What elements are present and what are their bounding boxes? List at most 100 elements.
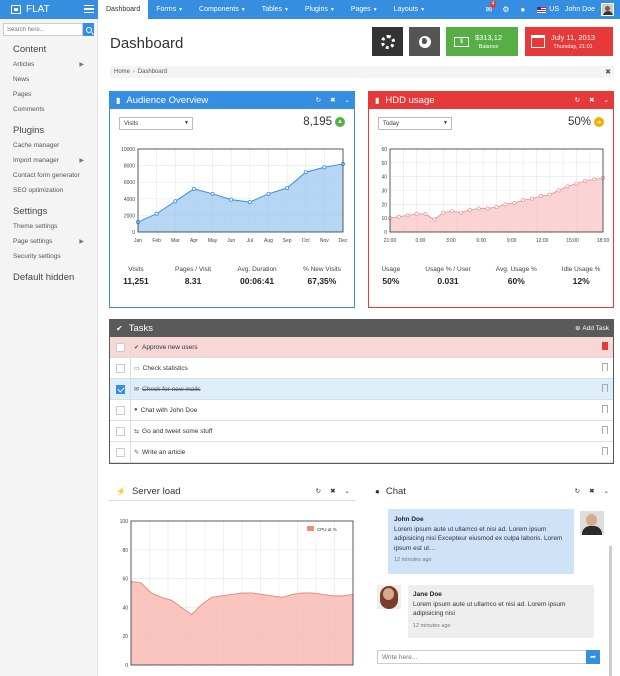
gear-icon[interactable]: ⚙ xyxy=(497,0,514,19)
nav-item-plugins[interactable]: Plugins ▼ xyxy=(297,0,343,19)
stat-label: Usage % / User xyxy=(425,266,471,273)
y-tick-label: 0 xyxy=(125,663,128,669)
sidebar-item-contact-form-generator[interactable]: Contact form generator xyxy=(0,168,97,183)
sidebar-item-articles[interactable]: Articles ▶ xyxy=(0,57,97,72)
x-tick-label: Jul xyxy=(247,238,253,244)
date-tile[interactable]: July 11, 2013 Thursday, 21:01 xyxy=(525,27,613,56)
refresh-icon[interactable]: ↻ xyxy=(575,96,580,104)
bookmark-icon[interactable] xyxy=(602,405,608,413)
close-icon[interactable]: ✖ xyxy=(330,96,335,104)
balance-tile[interactable]: $ $313,12 Balance xyxy=(446,27,518,56)
nav-item-layouts[interactable]: Layouts ▼ xyxy=(386,0,433,19)
breadcrumb-home[interactable]: Home xyxy=(114,69,130,75)
nav-item-dashboard[interactable]: Dashboard xyxy=(98,0,149,19)
language-selector[interactable]: US xyxy=(531,6,565,13)
chevron-down-icon[interactable]: ⌄ xyxy=(604,96,609,104)
bolt-icon: ⚡ xyxy=(116,486,126,496)
send-button[interactable]: ➦ xyxy=(586,650,600,664)
bookmark-icon[interactable] xyxy=(602,384,608,392)
sidebar-item-theme-settings[interactable]: Theme settings xyxy=(0,219,97,234)
search-input[interactable] xyxy=(3,23,83,36)
task-row[interactable]: ✉ Check for new mails xyxy=(110,378,613,400)
task-row[interactable]: ▭ Check statistics xyxy=(110,357,613,379)
chevron-down-icon[interactable]: ⌄ xyxy=(604,487,609,495)
data-point xyxy=(210,191,215,196)
sidebar-item-page-settings[interactable]: Page settings ▶ xyxy=(0,234,97,249)
breadcrumb: Home › Dashboard ✖ xyxy=(110,66,614,78)
chevron-right-icon: ▶ xyxy=(79,62,84,68)
search-icon xyxy=(85,26,92,33)
box-body: 0 20 40 60 80 100 CPU at % xyxy=(109,500,355,672)
refresh-icon[interactable]: ↻ xyxy=(316,96,321,104)
nav-item-components[interactable]: Components ▼ xyxy=(191,0,254,19)
sidebar-item-security-settings[interactable]: Security settings xyxy=(0,249,97,264)
bookmark-icon[interactable] xyxy=(602,342,608,350)
add-task-button[interactable]: ⊕ Add Task xyxy=(575,324,609,332)
sidebar-item-label: Theme settings xyxy=(13,223,58,230)
nav-item-label: Components xyxy=(199,6,239,13)
sidebar-section-title[interactable]: Settings xyxy=(0,206,97,217)
user-menu[interactable]: John Doe xyxy=(565,3,620,16)
sidebar-item-import-manager[interactable]: Import manager ▶ xyxy=(0,153,97,168)
data-point xyxy=(432,217,437,222)
chat-scrollbar[interactable] xyxy=(609,546,612,676)
refresh-icon[interactable]: ↻ xyxy=(316,487,321,495)
bookmark-icon[interactable] xyxy=(602,447,608,455)
close-icon[interactable]: ✖ xyxy=(330,487,335,495)
brand[interactable]: FLAT xyxy=(0,0,98,19)
settings-tile[interactable] xyxy=(372,27,403,56)
sidebar-item-seo-optimization[interactable]: SEO optimization xyxy=(0,183,97,198)
caret-down-icon: ▼ xyxy=(283,6,289,13)
sidebar-section-title[interactable]: Content xyxy=(0,44,97,55)
globe-tile[interactable] xyxy=(409,27,440,56)
sidebar-item-pages[interactable]: Pages xyxy=(0,87,97,102)
box-title: Audience Overview xyxy=(126,94,209,106)
caret-down-icon: ▼ xyxy=(329,6,335,13)
metric-select[interactable]: Visits ▼ xyxy=(119,117,193,130)
close-icon[interactable]: ✖ xyxy=(589,487,594,495)
task-checkbox[interactable] xyxy=(115,447,125,457)
refresh-icon[interactable]: ↻ xyxy=(575,487,580,495)
task-row[interactable]: ✎ Write an article xyxy=(110,441,613,463)
nav-item-pages[interactable]: Pages ▼ xyxy=(343,0,386,19)
menu-toggle-icon[interactable] xyxy=(84,3,94,15)
chevron-down-icon[interactable]: ⌄ xyxy=(345,487,350,495)
nav-item-forms[interactable]: Forms ▼ xyxy=(148,0,191,19)
data-point xyxy=(450,209,455,214)
sidebar-search xyxy=(3,23,94,36)
task-checkbox[interactable] xyxy=(115,363,125,373)
task-label: Check for new mails xyxy=(142,385,201,393)
stat-item: Visits 11,251 xyxy=(123,266,149,286)
sidebar-section-title[interactable]: Default hidden xyxy=(0,272,97,283)
task-icon: ✔ xyxy=(134,344,140,351)
task-checkbox[interactable] xyxy=(115,342,125,352)
y-tick-label: 60 xyxy=(381,147,387,153)
bookmark-icon[interactable] xyxy=(602,426,608,434)
data-point xyxy=(529,196,534,201)
sidebar-item-cache-manager[interactable]: Cache manager xyxy=(0,138,97,153)
area-fill xyxy=(138,163,343,232)
mail-badge: 4 xyxy=(489,1,497,8)
sidebar-item-comments[interactable]: Comments xyxy=(0,102,97,117)
task-checkbox[interactable] xyxy=(115,405,125,415)
data-point xyxy=(396,214,401,219)
chevron-down-icon[interactable]: ⌄ xyxy=(345,96,350,104)
task-checkbox[interactable] xyxy=(115,384,125,394)
nav-item-tables[interactable]: Tables ▼ xyxy=(254,0,297,19)
close-icon[interactable]: ✖ xyxy=(605,68,611,76)
task-row[interactable]: ✔ Approve new users xyxy=(110,336,613,358)
sidebar-section-title[interactable]: Plugins xyxy=(0,125,97,136)
chat-input[interactable] xyxy=(377,650,600,664)
sidebar-item-label: SEO optimization xyxy=(13,187,64,194)
close-icon[interactable]: ✖ xyxy=(589,96,594,104)
period-select[interactable]: Today ▼ xyxy=(378,117,452,130)
x-tick-label: 18:00 xyxy=(597,238,610,244)
drop-icon[interactable]: ● xyxy=(514,0,531,19)
task-checkbox[interactable] xyxy=(115,426,125,436)
task-row[interactable]: ● Chat with John Doe xyxy=(110,399,613,421)
sidebar-item-news[interactable]: News xyxy=(0,72,97,87)
bookmark-icon[interactable] xyxy=(602,363,608,371)
task-row[interactable]: ⇆ Go and tweet some stuff xyxy=(110,420,613,442)
mail-icon[interactable]: ✉ 4 xyxy=(480,0,497,19)
search-button[interactable] xyxy=(83,23,94,36)
